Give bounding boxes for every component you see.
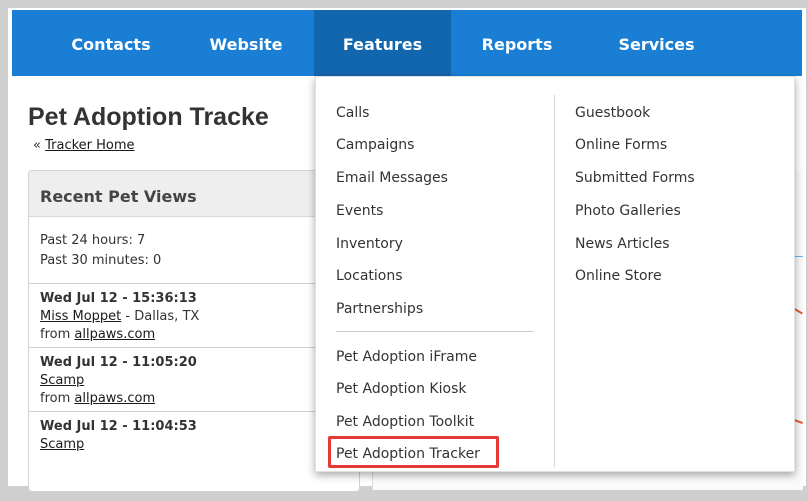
menu-item-calls[interactable]: Calls (336, 105, 369, 121)
menu-item-locations[interactable]: Locations (336, 268, 403, 284)
view-timestamp: Wed Jul 12 - 15:36:13 (40, 291, 197, 306)
menu-item-pet-adoption-iframe[interactable]: Pet Adoption iFrame (336, 349, 477, 365)
from-label: from (40, 327, 75, 342)
menu-separator (336, 331, 534, 332)
source-link[interactable]: allpaws.com (74, 391, 155, 406)
breadcrumb: « Tracker Home (33, 138, 135, 153)
list-item: Wed Jul 12 - 15:36:13 Miss Moppet - Dall… (29, 284, 359, 348)
nav-services[interactable]: Services (584, 10, 729, 76)
menu-item-campaigns[interactable]: Campaigns (336, 137, 414, 153)
menu-item-pet-adoption-toolkit[interactable]: Pet Adoption Toolkit (336, 414, 474, 430)
pet-link[interactable]: Miss Moppet (40, 309, 121, 324)
panel-title: Recent Pet Views (29, 171, 359, 217)
nav-features[interactable]: Features (314, 10, 451, 76)
menu-item-inventory[interactable]: Inventory (336, 236, 403, 252)
list-item: Wed Jul 12 - 11:04:53 Scamp (29, 412, 359, 454)
menu-item-submitted-forms[interactable]: Submitted Forms (575, 170, 695, 186)
main-navbar: Contacts Website Features Reports Servic… (12, 10, 802, 76)
view-stats: Past 24 hours: 7 Past 30 minutes: 0 (29, 217, 359, 271)
view-timestamp: Wed Jul 12 - 11:05:20 (40, 355, 197, 370)
menu-item-pet-adoption-kiosk[interactable]: Pet Adoption Kiosk (336, 381, 466, 397)
tracker-home-link[interactable]: Tracker Home (45, 138, 134, 153)
source-link[interactable]: allpaws.com (74, 327, 155, 342)
menu-item-guestbook[interactable]: Guestbook (575, 105, 650, 121)
nav-contacts[interactable]: Contacts (56, 10, 166, 76)
past-30-minutes: Past 30 minutes: 0 (40, 253, 162, 268)
recent-pet-views-panel: Recent Pet Views Past 24 hours: 7 Past 3… (28, 170, 360, 492)
breadcrumb-prefix: « (33, 138, 41, 153)
nav-website[interactable]: Website (186, 10, 306, 76)
list-item: Wed Jul 12 - 11:05:20 Scamp from allpaws… (29, 348, 359, 412)
page-title: Pet Adoption Tracke (28, 103, 269, 131)
pet-link[interactable]: Scamp (40, 437, 84, 452)
view-timestamp: Wed Jul 12 - 11:04:53 (40, 419, 197, 434)
menu-item-news-articles[interactable]: News Articles (575, 236, 670, 252)
menu-item-email-messages[interactable]: Email Messages (336, 170, 448, 186)
menu-item-online-forms[interactable]: Online Forms (575, 137, 667, 153)
nav-reports[interactable]: Reports (457, 10, 577, 76)
selected-item-highlight (328, 436, 499, 468)
menu-item-online-store[interactable]: Online Store (575, 268, 662, 284)
past-24-hours: Past 24 hours: 7 (40, 233, 146, 248)
menu-item-events[interactable]: Events (336, 203, 383, 219)
menu-item-photo-galleries[interactable]: Photo Galleries (575, 203, 681, 219)
from-label: from (40, 391, 75, 406)
pet-location: - Dallas, TX (121, 309, 200, 324)
column-divider (554, 95, 555, 467)
features-dropdown-menu: Calls Campaigns Email Messages Events In… (315, 76, 795, 472)
pet-link[interactable]: Scamp (40, 373, 84, 388)
menu-item-partnerships[interactable]: Partnerships (336, 301, 423, 317)
